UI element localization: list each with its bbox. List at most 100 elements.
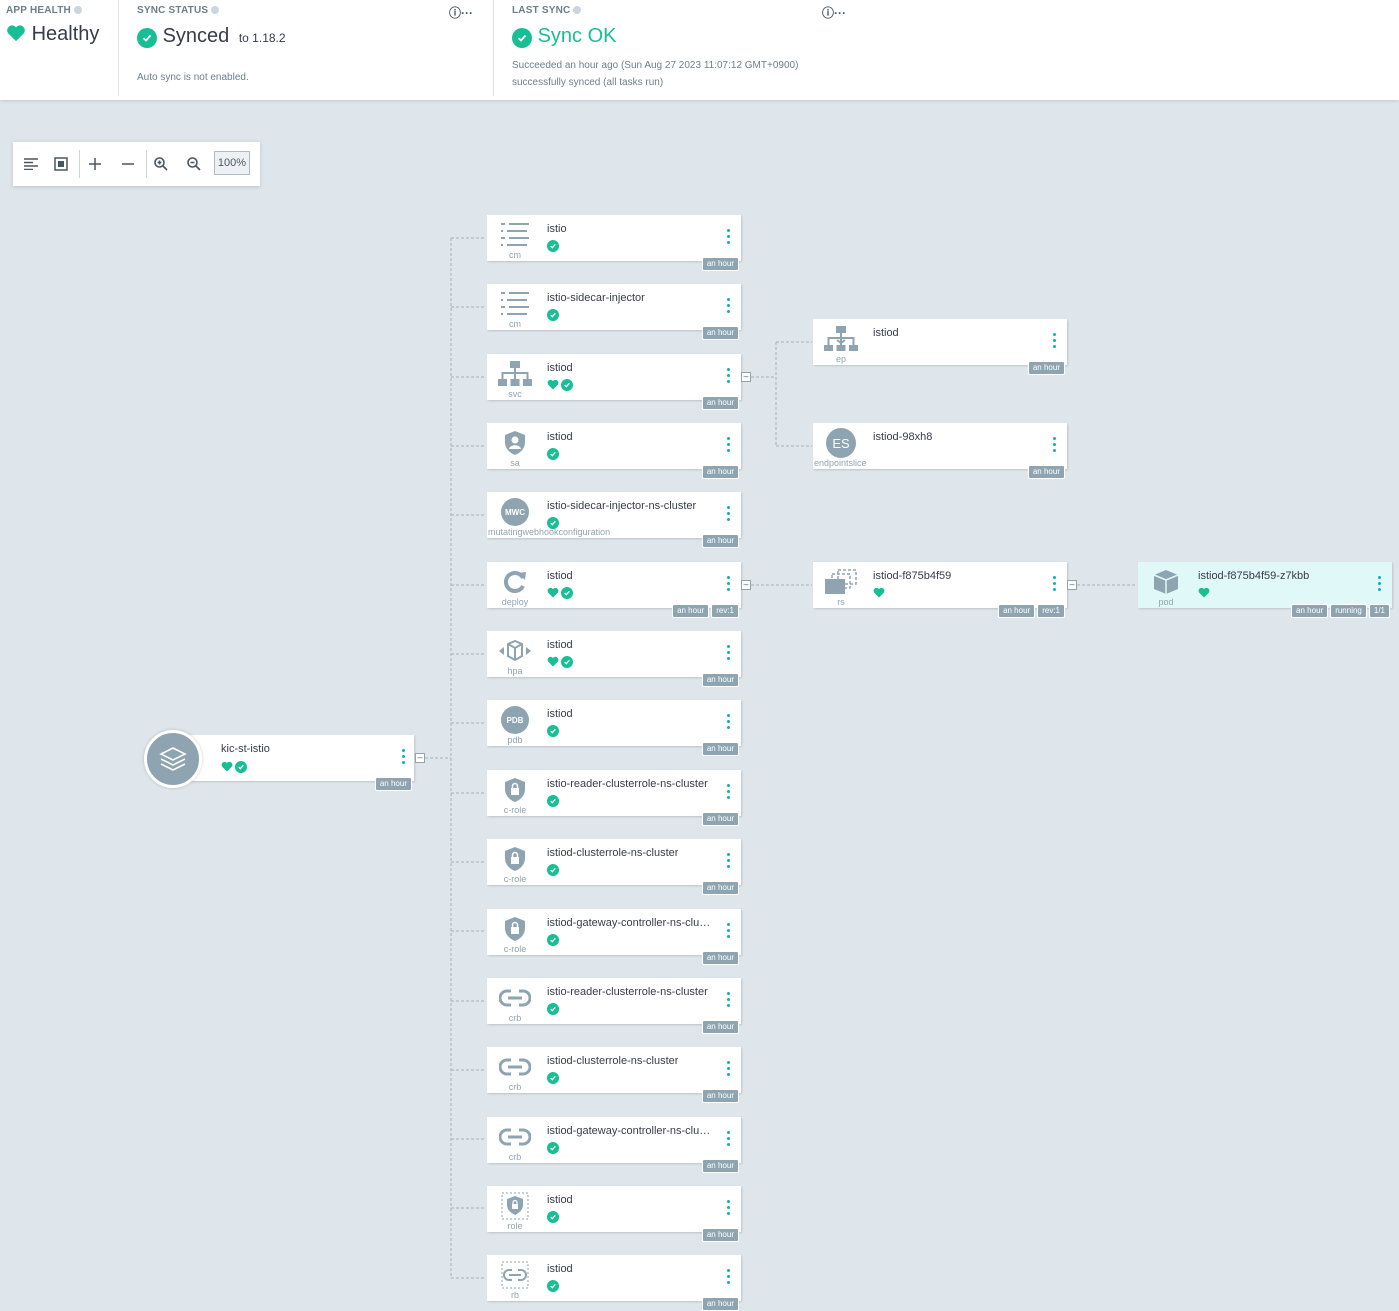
- resource-node-crb[interactable]: crb istiod-gateway-controller-ns-cluster a…: [487, 1117, 741, 1173]
- zoom-in-icon[interactable]: [149, 152, 173, 176]
- resource-name: istiod: [547, 431, 573, 443]
- resource-node-c-role[interactable]: c-role istio-reader-clusterrole-ns-cluste…: [487, 770, 741, 826]
- node-menu-icon[interactable]: [1378, 576, 1382, 594]
- collapse-all-icon[interactable]: [116, 152, 140, 176]
- resource-node-svc[interactable]: svc istiod an hour: [487, 354, 741, 410]
- node-menu-icon[interactable]: [727, 1269, 731, 1287]
- node-menu-icon[interactable]: [727, 992, 731, 1010]
- resource-node-c-role[interactable]: c-role istiod-gateway-controller-ns-clust…: [487, 909, 741, 965]
- hpa-icon: [497, 637, 533, 665]
- check-circle-icon: [547, 1280, 559, 1292]
- info-tag: an hour: [701, 257, 739, 271]
- collapse-toggle[interactable]: –: [741, 580, 751, 590]
- application-name: kic-st-istio: [221, 743, 270, 755]
- resource-kind: crb: [508, 1013, 522, 1023]
- heart-icon: [221, 761, 233, 772]
- node-tags: an hour: [701, 881, 739, 895]
- resource-kind: role: [507, 1221, 523, 1231]
- resource-node-rb[interactable]: rb istiod an hour: [487, 1255, 741, 1311]
- node-menu-icon[interactable]: [727, 853, 731, 871]
- node-menu-icon[interactable]: [727, 784, 731, 802]
- align-left-icon[interactable]: [19, 152, 43, 176]
- collapse-toggle[interactable]: –: [415, 753, 425, 763]
- node-tags: an hour: [701, 257, 739, 271]
- endpoints-icon: [823, 325, 859, 353]
- node-menu-icon[interactable]: [727, 576, 731, 594]
- node-menu-icon[interactable]: [1053, 576, 1057, 594]
- resource-status: [547, 1072, 559, 1084]
- resource-status: [547, 448, 559, 460]
- info-tag: an hour: [701, 742, 739, 756]
- node-menu-icon[interactable]: [402, 749, 406, 767]
- resource-kind: endpointslice: [814, 458, 867, 468]
- node-menu-icon[interactable]: [727, 368, 731, 386]
- expand-all-icon[interactable]: [83, 152, 107, 176]
- node-tags: an hour rev:1: [672, 604, 739, 618]
- resource-node-ep[interactable]: ep istiod an hour: [813, 319, 1067, 375]
- zoom-out-icon[interactable]: [182, 152, 206, 176]
- app-health-section: APP HEALTH Healthy: [0, 0, 119, 96]
- resource-node-c-role[interactable]: c-role istiod-clusterrole-ns-cluster an ho…: [487, 839, 741, 895]
- clusterrolebinding-icon: [497, 1123, 533, 1151]
- node-tags: an hour rev:1: [998, 604, 1065, 618]
- info-tag: an hour: [672, 604, 710, 618]
- resource-node-hpa[interactable]: hpa istiod an hour: [487, 631, 741, 687]
- node-tags: an hour: [701, 1020, 739, 1034]
- node-menu-icon[interactable]: [727, 437, 731, 455]
- resource-node-cm[interactable]: cm istio an hour: [487, 215, 741, 271]
- fit-to-screen-icon[interactable]: [49, 152, 73, 176]
- info-tag: an hour: [701, 1228, 739, 1242]
- resource-status: [547, 725, 559, 737]
- node-menu-icon[interactable]: [727, 506, 731, 524]
- resource-name: istiod-f875b4f59-z7kbb: [1198, 570, 1310, 582]
- resource-node-role[interactable]: role istiod an hour: [487, 1186, 741, 1242]
- node-menu-icon[interactable]: [727, 714, 731, 732]
- resource-kind: deploy: [501, 597, 529, 607]
- resource-name: istio-sidecar-injector: [547, 292, 645, 304]
- node-menu-icon[interactable]: [1053, 437, 1057, 455]
- resource-kind: crb: [508, 1152, 522, 1162]
- info-more-icon[interactable]: ⓘ···: [449, 4, 473, 21]
- collapse-toggle[interactable]: –: [1067, 580, 1077, 590]
- node-menu-icon[interactable]: [727, 1061, 731, 1079]
- resource-node-sa[interactable]: sa istiod an hour: [487, 423, 741, 479]
- info-tag: an hour: [701, 1020, 739, 1034]
- resource-node-cm[interactable]: cm istio-sidecar-injector an hour: [487, 284, 741, 340]
- collapse-toggle[interactable]: –: [741, 372, 751, 382]
- resource-node-pod[interactable]: pod istiod-f875b4f59-z7kbb an hour running 1…: [1138, 562, 1392, 618]
- zoom-level[interactable]: 100%: [214, 151, 250, 175]
- resource-node-mutatingwebhookconfiguration[interactable]: MWC mutatingwebhookconfiguration istio-sid…: [487, 492, 741, 548]
- node-menu-icon[interactable]: [727, 923, 731, 941]
- help-icon[interactable]: [211, 6, 220, 14]
- resource-node-crb[interactable]: crb istiod-clusterrole-ns-cluster an hour: [487, 1047, 741, 1103]
- last-sync-label: LAST SYNC: [512, 5, 582, 16]
- resource-name: istiod-gateway-controller-ns-cluster: [547, 1125, 712, 1137]
- node-menu-icon[interactable]: [727, 229, 731, 247]
- help-icon[interactable]: [73, 6, 82, 14]
- info-more-icon[interactable]: ⓘ···: [822, 4, 846, 21]
- help-icon[interactable]: [573, 6, 582, 14]
- resource-node-crb[interactable]: crb istio-reader-clusterrole-ns-cluster an…: [487, 978, 741, 1034]
- resource-kind: hpa: [507, 666, 523, 676]
- service-icon: [497, 360, 533, 388]
- heart-icon: [7, 25, 25, 42]
- resource-node-deploy[interactable]: deploy istiod an hour rev:1: [487, 562, 741, 618]
- info-tag: an hour: [1027, 361, 1065, 375]
- node-menu-icon[interactable]: [727, 645, 731, 663]
- node-tags: an hour: [374, 777, 412, 791]
- resource-node-rs[interactable]: rs istiod-f875b4f59 an hour rev:1: [813, 562, 1067, 618]
- resource-node-endpointslice[interactable]: ES endpointslice istiod-98xh8 an hour: [813, 423, 1067, 479]
- check-circle-icon: [547, 795, 559, 807]
- node-menu-icon[interactable]: [727, 298, 731, 316]
- last-sync-message: successfully synced (all tasks run): [512, 77, 664, 88]
- resource-node-pdb[interactable]: PDB pdb istiod an hour: [487, 700, 741, 756]
- heart-icon: [873, 587, 885, 598]
- node-menu-icon[interactable]: [1053, 333, 1057, 351]
- resource-name: istiod: [873, 327, 899, 339]
- resource-name: istio-reader-clusterrole-ns-cluster: [547, 778, 708, 790]
- check-circle-icon: [235, 761, 247, 773]
- application-node-card[interactable]: kic-st-istio an hour: [174, 735, 414, 791]
- node-menu-icon[interactable]: [727, 1200, 731, 1218]
- node-menu-icon[interactable]: [727, 1131, 731, 1149]
- check-circle-icon: [547, 1072, 559, 1084]
